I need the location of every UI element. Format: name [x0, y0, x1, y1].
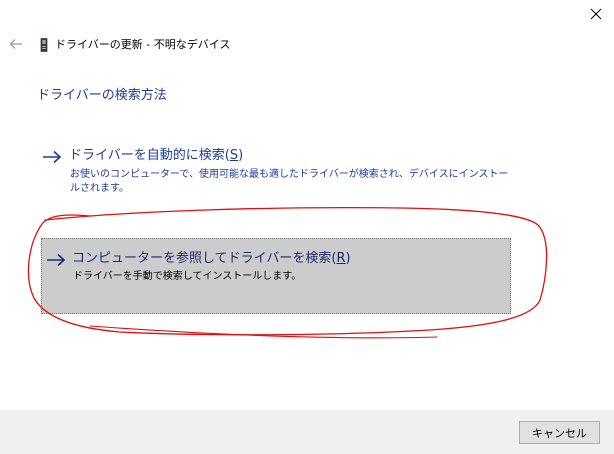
search-automatically-option[interactable]: ドライバーを自動的に検索(S) お使いのコンピューターで、使用可能な最も適したド… — [42, 146, 522, 202]
arrow-right-icon — [43, 150, 62, 164]
close-button[interactable] — [585, 3, 607, 25]
back-arrow-icon — [9, 39, 22, 49]
option-description: ドライバーを手動で検索してインストールします。 — [73, 271, 302, 282]
browse-computer-option[interactable]: コンピューターを参照してドライバーを検索(R) ドライバーを手動で検索してインス… — [41, 238, 511, 314]
page-heading: ドライバーの検索方法 — [37, 88, 167, 103]
cancel-button[interactable]: キャンセル — [519, 421, 600, 444]
red-annotation-circle — [27, 206, 548, 339]
back-button[interactable] — [8, 36, 24, 52]
close-icon — [590, 8, 602, 20]
dialog-footer: キャンセル — [0, 410, 614, 454]
arrow-right-icon — [47, 253, 66, 267]
window-title: ドライバーの更新 - 不明なデバイス — [55, 38, 231, 51]
device-icon — [40, 38, 48, 52]
option-title: ドライバーを自動的に検索(S) — [69, 148, 244, 163]
option-title: コンピューターを参照してドライバーを検索(R) — [72, 251, 351, 266]
option-title-text: ドライバーを自動的に検索 — [69, 148, 225, 163]
accelerator-key: S — [229, 148, 239, 163]
option-title-text: コンピューターを参照してドライバーを検索 — [72, 251, 332, 266]
option-description: お使いのコンピューターで、使用可能な最も適したドライバーが検索され、デバイスにイ… — [70, 169, 509, 194]
accelerator-key: R — [336, 251, 346, 266]
